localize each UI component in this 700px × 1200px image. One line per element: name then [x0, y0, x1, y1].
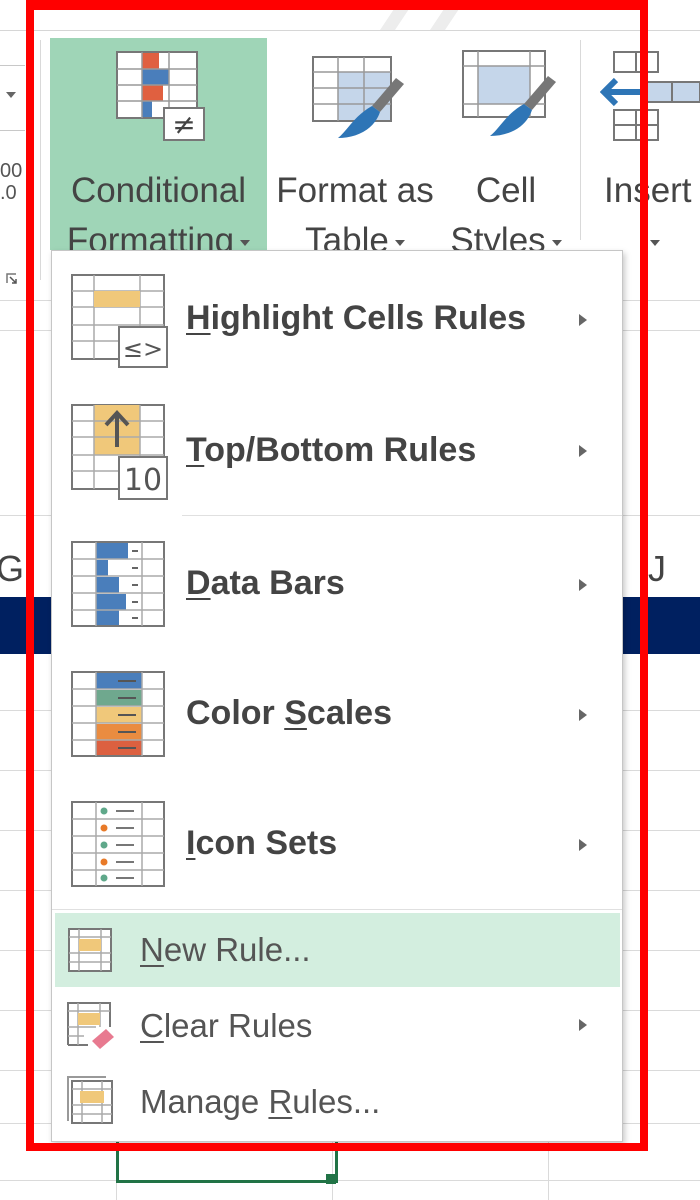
format-as-table-button[interactable]: Format as Table — [270, 38, 440, 260]
color-scales-icon — [71, 671, 165, 757]
conditional-formatting-icon: ≠ — [116, 51, 205, 141]
decimal-label: 00 — [0, 160, 23, 182]
button-label: Insert — [604, 171, 692, 210]
submenu-arrow-icon — [579, 839, 587, 851]
cell-styles-button[interactable]: Cell Styles — [440, 38, 572, 260]
submenu-arrow-icon — [579, 1019, 587, 1031]
menu-separator — [52, 909, 622, 910]
ribbon-divider — [0, 30, 700, 31]
manage-rules-icon — [67, 1076, 113, 1124]
insert-cells-icon — [600, 51, 700, 141]
menu-item-label: Color Scales — [186, 694, 392, 732]
chevron-down-icon — [650, 239, 660, 246]
highlight-cells-rules-icon: ≤> — [71, 274, 168, 368]
new-rule-icon — [68, 928, 112, 972]
menu-item-top-bottom-rules[interactable]: 10 Top/Bottom Rules — [52, 383, 622, 515]
comparison-badge: ≤> — [123, 335, 163, 363]
menu-item-new-rule[interactable]: New Rule... — [55, 913, 620, 987]
chevron-down-icon — [551, 239, 562, 246]
submenu-arrow-icon — [579, 314, 587, 326]
cell-styles-icon — [462, 50, 556, 136]
group-separator — [40, 40, 41, 280]
chevron-down-icon — [394, 239, 405, 246]
menu-item-manage-rules[interactable]: Manage Rules... — [52, 1065, 622, 1139]
chevron-down-icon — [240, 239, 251, 246]
dialog-launcher-icon[interactable] — [6, 273, 18, 285]
menu-item-label: Highlight Cells Rules — [186, 299, 527, 337]
menu-item-data-bars[interactable]: Data Bars — [52, 516, 622, 646]
not-equal-badge: ≠ — [172, 108, 195, 141]
button-label: Format as — [276, 171, 434, 210]
submenu-arrow-icon — [579, 579, 587, 591]
clear-rules-icon — [67, 1002, 114, 1049]
menu-item-clear-rules[interactable]: Clear Rules — [52, 989, 622, 1063]
menu-item-label: Icon Sets — [186, 824, 338, 862]
insert-cells-button[interactable]: Insert — [596, 38, 700, 250]
column-header-g[interactable]: G — [0, 548, 24, 590]
icon-sets-icon — [71, 801, 165, 887]
top-ten-badge: 10 — [124, 463, 162, 498]
top-bottom-rules-icon: 10 — [71, 404, 168, 500]
button-label: Cell — [475, 171, 537, 210]
group-separator — [580, 40, 581, 240]
submenu-arrow-icon — [579, 445, 587, 457]
decimal-format-button[interactable]: 00 .0 — [0, 160, 22, 204]
menu-item-label: New Rule... — [140, 931, 311, 968]
watermark-logo — [380, 0, 465, 30]
data-bars-icon — [71, 541, 165, 627]
conditional-formatting-menu: ≤> Highlight Cells Rules 10 Top/Bottom R… — [51, 250, 623, 1142]
submenu-arrow-icon — [579, 709, 587, 721]
menu-item-icon-sets[interactable]: Icon Sets — [52, 776, 622, 908]
menu-item-label: Manage Rules... — [140, 1083, 381, 1120]
menu-item-label: Clear Rules — [140, 1007, 313, 1044]
button-label: Conditional — [70, 171, 247, 210]
menu-item-label: Top/Bottom Rules — [186, 431, 477, 469]
gridline — [0, 1180, 700, 1181]
menu-item-highlight-cells-rules[interactable]: ≤> Highlight Cells Rules — [52, 251, 622, 383]
menu-item-label: Data Bars — [186, 564, 345, 602]
fill-handle[interactable] — [326, 1174, 336, 1184]
number-format-dropdown[interactable] — [0, 65, 25, 131]
decimal-label: .0 — [0, 182, 17, 204]
chevron-down-icon[interactable] — [6, 92, 16, 98]
menu-item-color-scales[interactable]: Color Scales — [52, 646, 622, 776]
column-header-j[interactable]: J — [648, 548, 666, 590]
format-as-table-icon — [312, 56, 404, 138]
conditional-formatting-button[interactable]: ≠ Conditional Formatting — [50, 38, 267, 260]
